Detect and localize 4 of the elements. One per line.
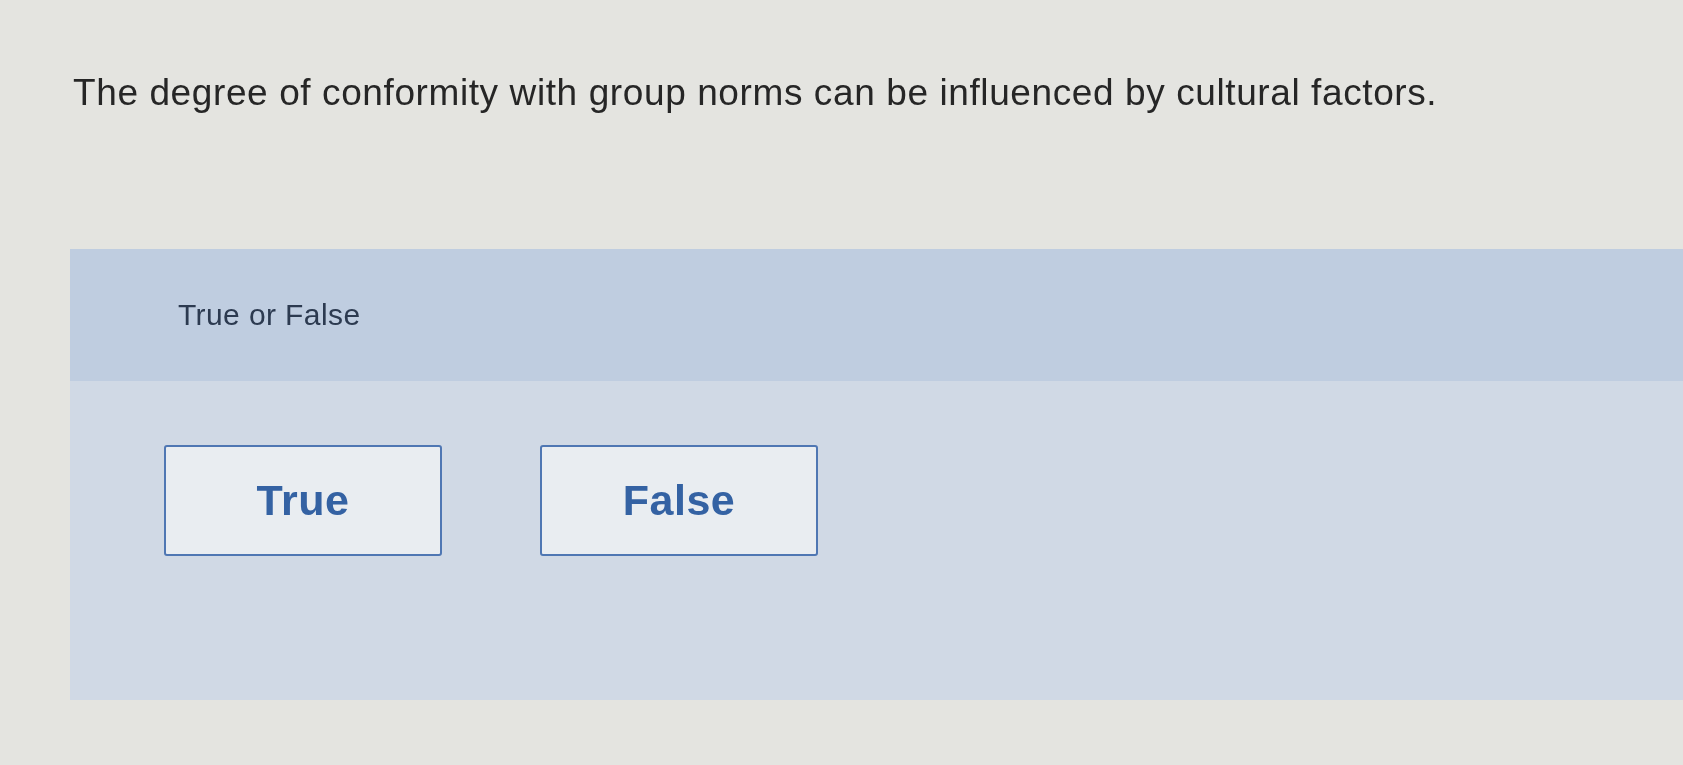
question-type-label: True or False	[178, 298, 361, 332]
question-text: The degree of conformity with group norms can be influenced by cultural factors.	[73, 71, 1438, 115]
answer-option-button[interactable]: True	[164, 445, 442, 556]
answer-option-button[interactable]: False	[540, 445, 818, 556]
